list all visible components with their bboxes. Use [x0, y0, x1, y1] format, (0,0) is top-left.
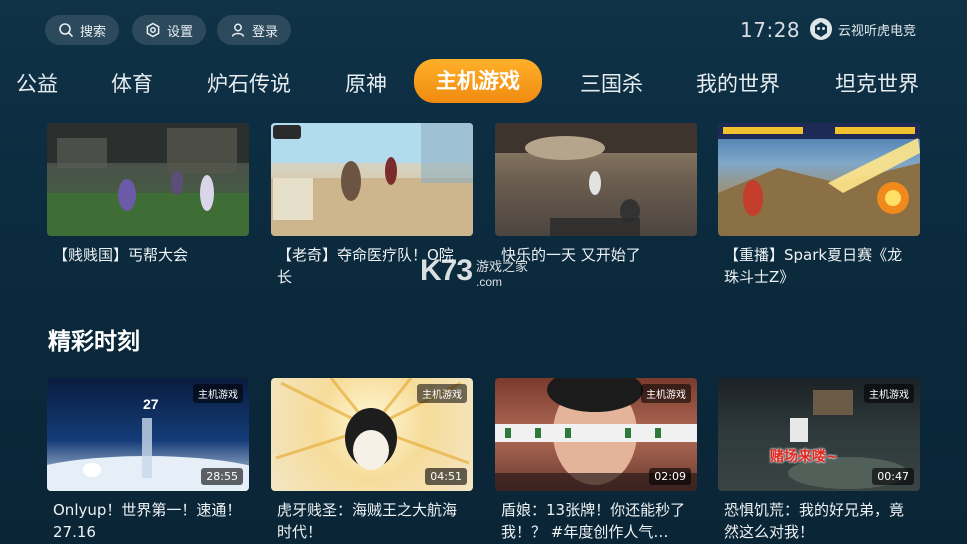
video-thumbnail: 赌场来喽~ 00:47 主机游戏 [718, 378, 920, 491]
search-label: 搜索 [80, 24, 107, 40]
thumb-caption: 赌场来喽~ [770, 449, 838, 465]
login-label: 登录 [252, 24, 279, 40]
video-thumbnail [718, 123, 920, 236]
tab-minecraft[interactable]: 我的世界 [696, 64, 780, 104]
category-badge: 主机游戏 [641, 384, 691, 403]
tab-three-kingdoms-kill[interactable]: 三国杀 [580, 64, 643, 104]
highlight-card[interactable]: 04:51 主机游戏 虎牙贱圣：海贼王之大航海时代！ [271, 378, 473, 543]
video-thumbnail [495, 123, 697, 236]
video-card[interactable]: 快乐的一天 又开始了 [495, 123, 697, 266]
search-icon [59, 23, 73, 37]
video-thumbnail [271, 123, 473, 236]
watermark-sub2: .com [476, 275, 503, 289]
category-badge: 主机游戏 [864, 384, 914, 403]
category-badge: 主机游戏 [417, 384, 467, 403]
video-title: 【重播】Spark夏日赛《龙珠斗士Z》 [724, 246, 903, 286]
highlight-card[interactable]: 赌场来喽~ 00:47 主机游戏 恐惧饥荒：我的好兄弟，竟然这么对我！ [718, 378, 920, 543]
duration-badge: 04:51 [425, 468, 467, 485]
brand-logo: 云视听虎电竞 [808, 16, 916, 42]
video-thumbnail: 04:51 主机游戏 [271, 378, 473, 491]
watermark-sub1: 游戏之家 [476, 260, 529, 275]
video-title: 恐惧饥荒：我的好兄弟，竟然这么对我！ [724, 501, 905, 541]
user-icon [231, 23, 245, 37]
tab-sports[interactable]: 体育 [111, 64, 153, 104]
settings-label: 设置 [167, 24, 194, 40]
tab-world-of-tanks[interactable]: 坦克世界 [835, 64, 919, 104]
highlight-card[interactable]: 27 28:55 主机游戏 Onlyup！世界第一！速通！27.16 [47, 378, 249, 543]
category-badge: 主机游戏 [193, 384, 243, 403]
video-thumbnail: 27 28:55 主机游戏 [47, 378, 249, 491]
category-tabs: 公益 体育 炉石传说 原神 主机游戏 三国杀 我的世界 坦克世界 [0, 58, 967, 104]
video-title: 盾娘：13张牌！你还能秒了我！？ #年度创作人气… [501, 501, 686, 541]
duration-badge: 28:55 [201, 468, 243, 485]
video-title: 【贱贱国】丐帮大会 [53, 246, 189, 264]
top-bar: 搜索 设置 登录 17:28 云视听虎电竞 [0, 0, 967, 58]
video-title: Onlyup！世界第一！速通！27.16 [53, 501, 242, 541]
clock: 17:28 [740, 18, 801, 42]
video-card[interactable]: 【贱贱国】丐帮大会 [47, 123, 249, 266]
settings-button[interactable]: 设置 [132, 15, 207, 45]
search-button[interactable]: 搜索 [45, 15, 120, 45]
brand-name: 云视听虎电竞 [838, 23, 917, 39]
section-title: 精彩时刻 [48, 329, 140, 355]
tiger-logo-icon [810, 18, 832, 40]
login-button[interactable]: 登录 [217, 15, 292, 45]
tab-genshin[interactable]: 原神 [345, 64, 387, 104]
site-watermark: K73 游戏之家 .com [420, 254, 528, 289]
video-thumbnail [47, 123, 249, 236]
video-title: 虎牙贱圣：海贼王之大航海时代！ [277, 501, 458, 541]
duration-badge: 02:09 [649, 468, 691, 485]
tab-console-games[interactable]: 主机游戏 [414, 59, 542, 103]
tab-hearthstone[interactable]: 炉石传说 [207, 64, 291, 104]
gear-icon [146, 22, 160, 38]
video-card[interactable]: 【重播】Spark夏日赛《龙珠斗士Z》 [718, 123, 920, 288]
thumb-counter: 27 [143, 396, 159, 412]
watermark-main: K73 [420, 254, 473, 287]
highlight-card[interactable]: 02:09 主机游戏 盾娘：13张牌！你还能秒了我！？ #年度创作人气… [495, 378, 697, 543]
tab-public-welfare[interactable]: 公益 [16, 64, 58, 104]
video-thumbnail: 02:09 主机游戏 [495, 378, 697, 491]
duration-badge: 00:47 [872, 468, 914, 485]
